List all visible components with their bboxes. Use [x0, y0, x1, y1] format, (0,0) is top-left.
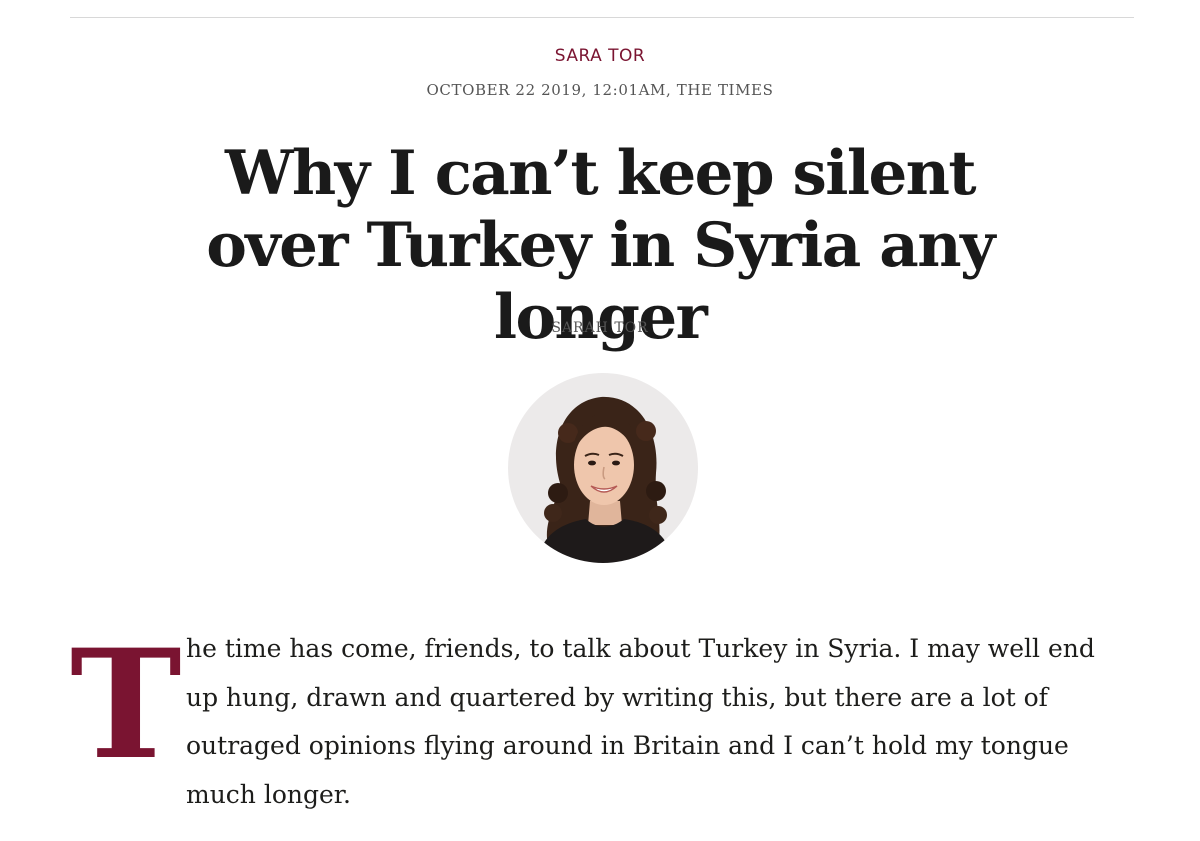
- drop-cap: T: [70, 617, 182, 793]
- article-dateline: OCTOBER 22 2019, 12:01AM, THE TIMES: [426, 81, 774, 99]
- author-avatar: [508, 373, 698, 563]
- article-first-paragraph: The time has come, friends, to talk abou…: [70, 625, 1130, 819]
- author-portrait-icon: [538, 396, 672, 563]
- top-divider: [70, 17, 1134, 18]
- author-link[interactable]: SARA TOR: [0, 46, 1200, 66]
- article-byline: SARAH TOR: [551, 320, 649, 336]
- paragraph-text: he time has come, friends, to talk about…: [186, 634, 1095, 809]
